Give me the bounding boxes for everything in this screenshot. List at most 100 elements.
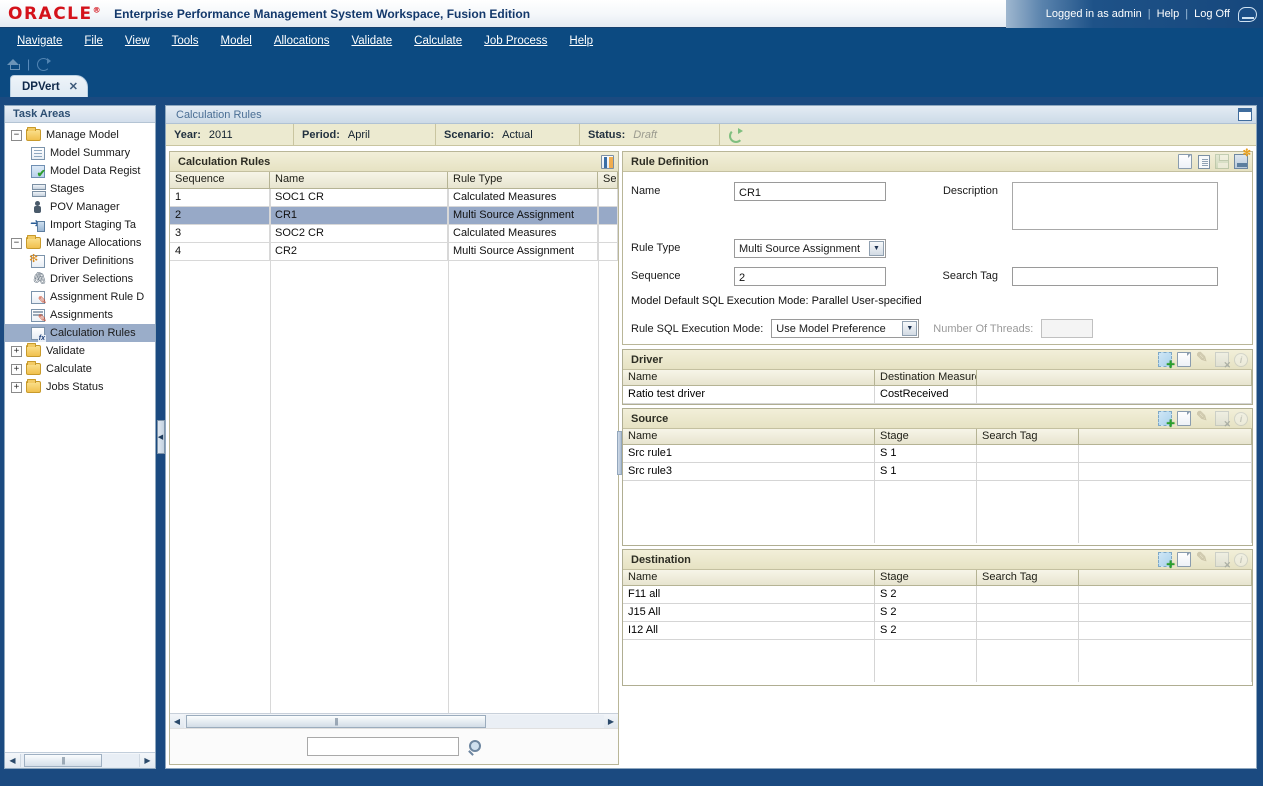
column-header-search-tag[interactable]: Search Tag [977, 429, 1079, 444]
sidebar-item-stages[interactable]: Stages [5, 180, 155, 198]
table-row[interactable]: Ratio test driver CostReceived [623, 386, 1252, 404]
new-row-icon[interactable] [1177, 552, 1191, 567]
table-row[interactable]: J15 All S 2 [623, 604, 1252, 622]
sidebar-item-model-data-registration[interactable]: Model Data Regist [5, 162, 155, 180]
column-header-stage[interactable]: Stage [875, 429, 977, 444]
scroll-left-icon[interactable]: ◀ [5, 754, 20, 768]
table-row[interactable]: 2 CR1 Multi Source Assignment [170, 207, 618, 225]
sidebar-item-calculation-rules[interactable]: Calculation Rules [5, 324, 155, 342]
new-icon[interactable] [1178, 154, 1192, 169]
scroll-thumb[interactable]: ||| [186, 715, 486, 728]
log-off-link[interactable]: Log Off [1194, 8, 1230, 20]
menu-item-help[interactable]: Help [558, 32, 604, 50]
sidebar-item-assignments[interactable]: Assignments [5, 306, 155, 324]
sidebar-item-driver-definitions[interactable]: Driver Definitions [5, 252, 155, 270]
sidebar-item-calculate[interactable]: + Calculate [5, 360, 155, 378]
chevron-down-icon[interactable]: ▼ [902, 321, 917, 336]
scroll-thumb[interactable]: ||| [24, 754, 102, 767]
menu-item-view[interactable]: View [114, 32, 161, 50]
menu-item-allocations[interactable]: Allocations [263, 32, 341, 50]
menu-item-file[interactable]: File [73, 32, 114, 50]
sidebar-horizontal-scrollbar[interactable]: ◀ ||| ▶ [5, 752, 155, 768]
expander-icon[interactable]: + [11, 382, 22, 393]
tab-dpvert[interactable]: DPVert ✕ [10, 75, 88, 97]
expander-icon[interactable]: + [11, 346, 22, 357]
sidebar-item-assignment-rule-definitions[interactable]: Assignment Rule D [5, 288, 155, 306]
sidebar-splitter[interactable]: ◀ [156, 105, 165, 769]
column-header-name[interactable]: Name [623, 370, 875, 385]
table-row[interactable]: I12 All S 2 [623, 622, 1252, 640]
column-header-name[interactable]: Name [623, 429, 875, 444]
scroll-right-icon[interactable]: ▶ [140, 754, 155, 768]
table-row[interactable]: F11 all S 2 [623, 586, 1252, 604]
table-row[interactable]: 3 SOC2 CR Calculated Measures [170, 225, 618, 243]
column-header-name[interactable]: Name [623, 570, 875, 585]
column-header-search-tag[interactable]: Search Tag [977, 570, 1079, 585]
expander-icon[interactable]: + [11, 364, 22, 375]
side-by-side-icon[interactable] [601, 155, 614, 169]
magnifier-icon[interactable] [467, 740, 481, 754]
sidebar-item-model-summary[interactable]: Model Summary [5, 144, 155, 162]
menu-item-model[interactable]: Model [210, 32, 263, 50]
column-header-extra[interactable] [1079, 570, 1252, 585]
exec-mode-select[interactable]: Use Model Preference ▼ [771, 319, 919, 338]
name-field[interactable] [734, 182, 886, 201]
expander-icon[interactable]: − [11, 130, 22, 141]
menu-item-calculate[interactable]: Calculate [403, 32, 473, 50]
menu-item-validate[interactable]: Validate [340, 32, 403, 50]
table-row[interactable]: 1 SOC1 CR Calculated Measures [170, 189, 618, 207]
source-vertical-scrollbar[interactable] [617, 431, 622, 475]
column-header-sequence[interactable]: Sequence [170, 172, 270, 188]
sidebar-item-validate[interactable]: + Validate [5, 342, 155, 360]
rule-type-select[interactable]: Multi Source Assignment ▼ [734, 239, 886, 258]
collapse-sidebar-button[interactable]: ◀ [157, 420, 165, 454]
speech-bubble-icon[interactable] [1238, 7, 1257, 22]
pov-refresh-icon[interactable] [728, 128, 743, 141]
column-header-name[interactable]: Name [270, 172, 448, 188]
scroll-track[interactable]: ||| [184, 715, 604, 728]
table-row[interactable]: Src rule3 S 1 [623, 463, 1252, 481]
sidebar-item-manage-allocations[interactable]: − Manage Allocations [5, 234, 155, 252]
pov-period[interactable]: Period: April [294, 124, 436, 146]
sidebar-item-jobs-status[interactable]: + Jobs Status [5, 378, 155, 396]
add-icon[interactable] [1158, 352, 1172, 367]
save-as-icon[interactable] [1234, 154, 1248, 169]
column-header-rule-type[interactable]: Rule Type [448, 172, 598, 188]
search-input[interactable] [307, 737, 459, 756]
search-tag-field[interactable] [1012, 267, 1218, 286]
pov-scenario[interactable]: Scenario: Actual [436, 124, 580, 146]
table-row[interactable]: Src rule1 S 1 [623, 445, 1252, 463]
description-field[interactable] [1012, 182, 1218, 230]
sidebar-item-driver-selections[interactable]: Driver Selections [5, 270, 155, 288]
chevron-down-icon[interactable]: ▼ [869, 241, 884, 256]
help-link[interactable]: Help [1157, 8, 1180, 20]
menu-item-job-process[interactable]: Job Process [473, 32, 558, 50]
column-header-extra[interactable] [1079, 429, 1252, 444]
add-icon[interactable] [1158, 411, 1172, 426]
sidebar-item-pov-manager[interactable]: POV Manager [5, 198, 155, 216]
close-icon[interactable]: ✕ [69, 80, 78, 93]
refresh-icon[interactable] [37, 58, 50, 71]
grid-horizontal-scrollbar[interactable]: ◀ ||| ▶ [170, 713, 618, 728]
scroll-track[interactable]: ||| [20, 754, 140, 767]
new-row-icon[interactable] [1177, 411, 1191, 426]
menu-item-navigate[interactable]: Navigate [6, 32, 73, 50]
copy-icon[interactable] [1200, 156, 1210, 168]
sidebar-item-manage-model[interactable]: − Manage Model [5, 126, 155, 144]
restore-window-icon[interactable] [1238, 108, 1252, 121]
column-header-stage[interactable]: Stage [875, 570, 977, 585]
home-icon[interactable] [7, 59, 20, 70]
menu-item-tools[interactable]: Tools [161, 32, 210, 50]
expander-icon[interactable]: − [11, 238, 22, 249]
column-header-destination-measure[interactable]: Destination Measure [875, 370, 977, 385]
scroll-left-icon[interactable]: ◀ [170, 717, 184, 726]
column-header-extra[interactable] [977, 370, 1252, 385]
add-icon[interactable] [1158, 552, 1172, 567]
sidebar-item-import-staging-table[interactable]: Import Staging Ta [5, 216, 155, 234]
scroll-right-icon[interactable]: ▶ [604, 717, 618, 726]
table-row[interactable]: 4 CR2 Multi Source Assignment [170, 243, 618, 261]
column-header-search-tag[interactable]: Se [598, 172, 618, 188]
new-row-icon[interactable] [1177, 352, 1191, 367]
pov-year[interactable]: Year: 2011 [166, 124, 294, 146]
sequence-field[interactable] [734, 267, 886, 286]
